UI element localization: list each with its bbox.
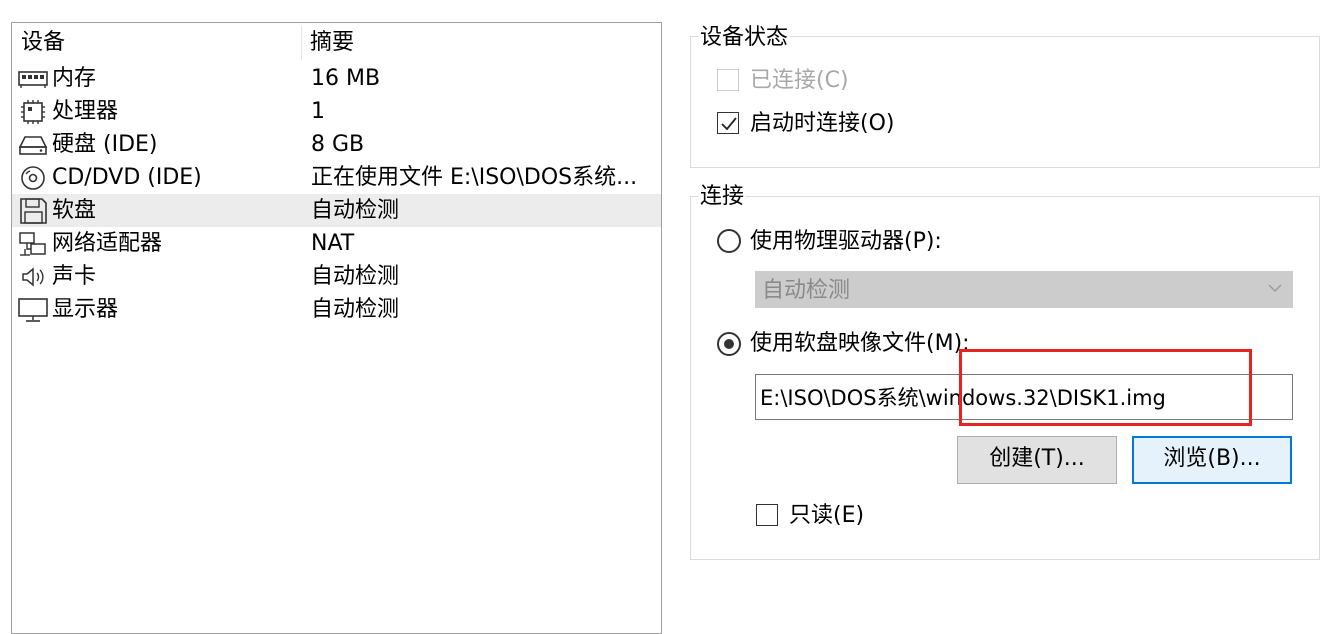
processor-icon [21,100,45,124]
image-file-label: 使用软盘映像文件(M): [750,331,970,356]
device-row-sound-card[interactable]: 声卡 自动检测 [12,260,661,293]
device-status-legend: 设备状态 [698,24,791,52]
device-name: 声卡 [52,264,97,289]
connected-label: 已连接(C) [750,68,849,93]
device-name: 硬盘 (IDE) [52,132,158,157]
device-row-memory[interactable]: 内存 16 MB [12,62,661,95]
read-only-label: 只读(E) [789,503,865,528]
device-name: 处理器 [52,99,119,124]
create-button[interactable]: 创建(T)... [957,436,1117,484]
device-row-cd-dvd[interactable]: CD/DVD (IDE) 正在使用文件 E:\ISO\DOS系统... [12,161,661,194]
device-summary: NAT [311,231,355,256]
physical-drive-radio[interactable] [717,229,741,253]
cd-dvd-icon [21,166,45,190]
checkmark-icon [721,117,737,131]
column-separator[interactable] [301,26,302,60]
physical-drive-combo-value: 自动检测 [762,278,851,303]
device-summary: 16 MB [311,66,381,91]
physical-drive-label: 使用物理驱动器(P): [750,229,942,254]
connection-legend: 连接 [698,183,747,211]
device-name: CD/DVD (IDE) [52,165,202,190]
device-summary: 1 [311,99,325,124]
connect-at-power-on-checkbox[interactable] [717,112,739,134]
device-summary: 自动检测 [311,264,400,289]
sound-card-icon [22,267,44,287]
device-row-hard-disk[interactable]: 硬盘 (IDE) 8 GB [12,128,661,161]
monitor-icon [18,298,48,322]
device-row-processor[interactable]: 处理器 1 [12,95,661,128]
memory-icon [18,71,48,88]
column-header-device[interactable]: 设备 [21,23,65,63]
device-name: 显示器 [52,297,119,322]
device-name: 网络适配器 [52,231,163,256]
image-file-radio[interactable] [717,332,741,356]
device-summary: 自动检测 [311,198,400,223]
hard-disk-icon [18,136,48,155]
highlight-annotation [959,349,1252,426]
browse-button[interactable]: 浏览(B)... [1132,436,1292,484]
physical-drive-combo[interactable]: 自动检测 [755,271,1293,308]
chevron-down-icon [1268,284,1282,292]
column-header-summary[interactable]: 摘要 [310,23,354,63]
device-row-monitor[interactable]: 显示器 自动检测 [12,293,661,326]
read-only-checkbox[interactable] [756,504,778,526]
device-name: 内存 [52,66,97,91]
device-row-network-adapter[interactable]: 网络适配器 NAT [12,227,661,260]
device-name: 软盘 [52,198,97,223]
device-summary: 8 GB [311,132,365,157]
radio-selected-dot [724,339,734,349]
floppy-icon [20,198,47,224]
connected-checkbox[interactable] [717,69,739,91]
device-status-group [690,36,1320,168]
device-summary: 自动检测 [311,297,400,322]
connect-at-power-on-label: 启动时连接(O) [750,111,895,136]
network-adapter-icon [19,232,46,256]
device-list: 设备 摘要 内存 16 MB 处理器 1 硬盘 (IDE) 8 GB CD/DV… [11,22,662,634]
device-row-floppy[interactable]: 软盘 自动检测 [12,194,661,227]
device-summary: 正在使用文件 E:\ISO\DOS系统... [311,165,638,190]
